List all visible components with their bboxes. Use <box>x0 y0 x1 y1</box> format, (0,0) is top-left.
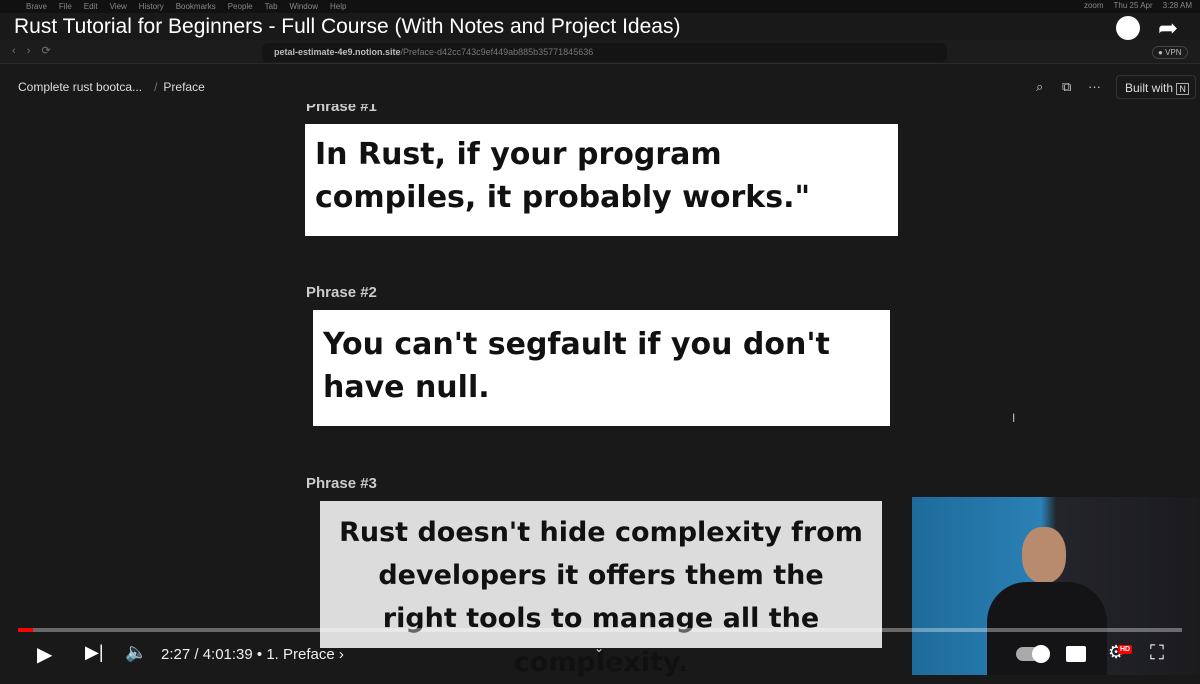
autoplay-toggle[interactable] <box>1016 645 1050 663</box>
time-display: 2:27 / 4:01:39 • 1. Preface › <box>161 646 344 663</box>
phrase-2-heading: Phrase #2 <box>306 284 377 301</box>
built-with-notion-button[interactable]: Built with N <box>1116 75 1196 99</box>
phrase-1-image: In Rust, if your program compiles, it pr… <box>305 124 898 236</box>
subtitles-icon[interactable] <box>1066 646 1086 662</box>
menu-bookmarks[interactable]: Bookmarks <box>176 2 216 11</box>
menu-edit[interactable]: Edit <box>84 2 98 11</box>
watch-later-icon[interactable] <box>1116 16 1140 40</box>
text-cursor-icon: I <box>1012 411 1016 425</box>
hd-badge: HD <box>1118 645 1133 654</box>
time-text: 2:27 / 4:01:39 <box>161 646 253 663</box>
menubar-time: 3:28 AM <box>1162 1 1192 10</box>
built-with-label: Built with <box>1125 81 1174 95</box>
chapter-link[interactable]: • 1. Preface › <box>257 646 344 663</box>
breadcrumb-parent[interactable]: Complete rust bootca... <box>18 80 142 94</box>
notion-logo-icon: N <box>1176 83 1189 95</box>
breadcrumb-current[interactable]: Preface <box>163 80 204 94</box>
menu-history[interactable]: History <box>139 2 164 11</box>
menu-window[interactable]: Window <box>290 2 318 11</box>
duplicate-icon[interactable]: ⧉ <box>1062 79 1071 95</box>
vpn-label: VPN <box>1165 48 1182 57</box>
phrase-3-image: Rust doesn't hide complexity from develo… <box>320 501 882 678</box>
breadcrumb: Complete rust bootca... / Preface <box>18 80 205 94</box>
menubar-date: Thu 25 Apr <box>1113 1 1153 10</box>
menu-tab[interactable]: Tab <box>265 2 278 11</box>
menu-brave[interactable]: Brave <box>26 2 47 11</box>
share-icon[interactable]: ➦ <box>1158 14 1178 43</box>
phrase-3-heading: Phrase #3 <box>306 475 377 492</box>
vpn-button[interactable]: ● VPN <box>1152 46 1188 59</box>
presenter-face <box>1022 527 1066 583</box>
next-icon[interactable]: ▶| <box>85 642 104 663</box>
progress-played <box>18 628 33 632</box>
play-icon[interactable]: ▶ <box>37 642 52 667</box>
exit-fullscreen-icon[interactable]: ⛶ <box>1150 642 1164 665</box>
menu-help[interactable]: Help <box>330 2 346 11</box>
more-icon[interactable]: ··· <box>1088 79 1101 94</box>
browser-nav-buttons[interactable]: ‹ › ⟳ <box>12 44 51 57</box>
url-host: petal-estimate-4e9.notion.site <box>274 47 401 57</box>
search-icon[interactable]: ⌕ <box>1036 79 1043 95</box>
address-bar[interactable]: petal-estimate-4e9.notion.site/Preface-d… <box>262 43 947 62</box>
phrase-2-image[interactable]: You can't segfault if you don't have nul… <box>313 310 890 426</box>
chevron-down-icon[interactable]: ⌄ <box>594 641 604 655</box>
video-title[interactable]: Rust Tutorial for Beginners - Full Cours… <box>14 15 680 39</box>
progress-bar[interactable] <box>18 628 1182 632</box>
volume-icon[interactable]: 🔈 <box>125 642 147 663</box>
macos-menubar: Brave File Edit View History Bookmarks P… <box>0 0 1200 13</box>
menu-people[interactable]: People <box>228 2 253 11</box>
phrase-1-heading: Phrase #1 <box>306 98 377 115</box>
menu-view[interactable]: View <box>110 2 127 11</box>
url-path: /Preface-d42cc743c9ef449ab885b3577184563… <box>400 47 594 57</box>
menu-file[interactable]: File <box>59 2 72 11</box>
zoom-status[interactable]: zoom <box>1084 1 1104 10</box>
